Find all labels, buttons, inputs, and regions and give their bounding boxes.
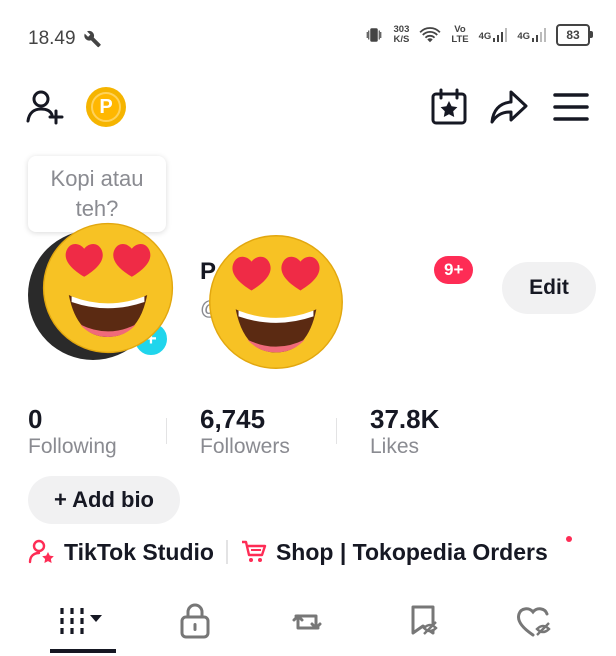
stat-divider xyxy=(166,418,167,444)
add-friend-button[interactable] xyxy=(24,86,66,128)
coin-button[interactable]: P xyxy=(86,87,126,127)
lock-icon xyxy=(180,603,210,639)
hamburger-menu-icon xyxy=(553,93,589,121)
following-count: 0 xyxy=(28,404,43,434)
share-button[interactable] xyxy=(488,86,530,128)
status-time: 18.49 xyxy=(28,28,102,50)
add-bio-button[interactable]: + Add bio xyxy=(28,476,180,524)
stat-divider xyxy=(336,418,337,444)
heart-eyes-emoji-icon xyxy=(42,222,174,354)
followers-count: 6,745 xyxy=(200,404,266,434)
share-arrow-icon xyxy=(490,90,528,124)
following-label: Following xyxy=(28,435,117,458)
signal-2: 4G xyxy=(517,28,546,42)
shopping-cart-icon xyxy=(241,540,267,562)
signal-bars-icon xyxy=(493,28,508,42)
tab-videos[interactable] xyxy=(50,598,116,644)
calendar-button[interactable] xyxy=(428,86,470,128)
active-tab-indicator xyxy=(50,649,116,653)
coin-icon: P xyxy=(91,92,121,122)
heart-eyes-emoji-icon xyxy=(209,235,343,369)
notification-badge[interactable]: 9+ xyxy=(434,256,474,284)
tab-liked[interactable] xyxy=(510,598,560,644)
signal-bars-icon xyxy=(532,28,546,42)
repost-icon xyxy=(292,614,322,630)
edit-profile-button[interactable]: Edit xyxy=(502,262,596,314)
grid-dropdown-icon xyxy=(60,608,102,634)
shop-orders-link[interactable]: Shop | Tokopedia Orders xyxy=(240,538,548,566)
wifi-icon xyxy=(419,27,441,43)
likes-count: 37.8K xyxy=(370,404,440,434)
followers-label: Followers xyxy=(200,435,290,458)
calendar-star-icon xyxy=(431,88,467,125)
profile-tabs xyxy=(0,598,616,648)
links-divider xyxy=(225,540,228,564)
net-speed: 303 K/S xyxy=(393,24,410,45)
battery-icon: 83 xyxy=(556,24,593,46)
stat-followers[interactable]: 6,745 Followers xyxy=(200,404,290,459)
status-icons: 303 K/S Vo LTE 4G 4G 83 xyxy=(364,24,593,46)
tab-private[interactable] xyxy=(170,598,220,644)
tiktok-studio-label: TikTok Studio xyxy=(64,538,214,565)
tab-reposts[interactable] xyxy=(282,598,332,644)
profile-links: TikTok Studio Shop | Tokopedia Orders xyxy=(28,538,548,566)
stat-following[interactable]: 0 Following xyxy=(28,404,117,459)
shop-orders-label: Shop | Tokopedia Orders xyxy=(275,538,548,565)
wrench-icon xyxy=(83,30,101,48)
stat-likes[interactable]: 37.8K Likes xyxy=(370,404,439,459)
vibrate-icon xyxy=(366,28,381,42)
menu-button[interactable] xyxy=(550,86,592,128)
likes-label: Likes xyxy=(370,435,420,458)
heart-hidden-icon xyxy=(517,607,551,637)
signal-1: 4G xyxy=(479,28,508,42)
bookmark-hidden-icon xyxy=(411,605,438,635)
new-indicator-dot xyxy=(566,536,572,542)
person-plus-icon xyxy=(26,90,64,125)
volte-indicator: Vo LTE xyxy=(451,24,469,45)
person-star-icon xyxy=(28,539,54,564)
tab-favorites[interactable] xyxy=(398,598,448,644)
clock-text: 18.49 xyxy=(28,28,76,49)
tiktok-studio-link[interactable]: TikTok Studio xyxy=(28,538,214,566)
